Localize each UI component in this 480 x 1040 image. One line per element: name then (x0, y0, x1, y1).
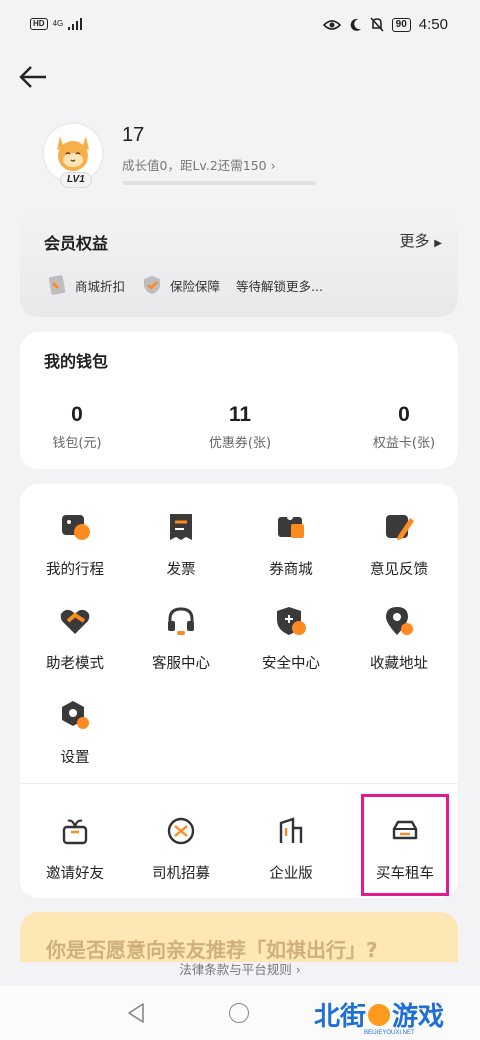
hd-badge: HD (30, 18, 48, 30)
building-icon (279, 817, 303, 843)
nav-back-icon[interactable] (126, 1002, 146, 1024)
wallet-value: 11 (228, 403, 252, 426)
service-elder-mode[interactable]: 助老模式 (28, 604, 122, 673)
chevron-right-icon: › (270, 158, 276, 173)
nav-home-icon[interactable] (229, 1003, 249, 1023)
service-customer-center[interactable]: 客服中心 (134, 604, 228, 673)
service-label: 客服中心 (152, 656, 210, 672)
signal-icon (68, 18, 83, 30)
status-time: 4:50 (418, 16, 448, 33)
legal-text: 法律条款与平台规则 (179, 962, 292, 977)
watermark-text-right: 游戏 (392, 1002, 445, 1032)
sun-icon (368, 1003, 391, 1026)
service-invoice[interactable]: 发票 (134, 510, 228, 579)
service-feedback[interactable]: 意见反馈 (352, 510, 446, 579)
wallet-label: 权益卡(张) (372, 436, 436, 451)
wallet-card: 我的钱包 0 钱包(元) 11 优惠券(张) 0 权益卡(张) (20, 332, 458, 469)
service-label: 意见反馈 (370, 562, 428, 578)
coupon-mall-icon (278, 514, 304, 538)
service-label: 企业版 (269, 866, 313, 882)
settings-icon (62, 701, 89, 729)
username: 17 (122, 124, 145, 146)
feedback-icon (386, 515, 414, 540)
service-label: 收藏地址 (370, 656, 428, 672)
watermark-logo: 北街 游戏 (314, 996, 444, 1033)
service-coupon-mall[interactable]: 券商城 (244, 510, 338, 579)
gift-icon (62, 819, 88, 845)
wallet-balance[interactable]: 0 钱包(元) (17, 402, 137, 451)
mute-icon (370, 17, 384, 32)
caret-right-icon: ▶ (434, 238, 442, 249)
benefit-label: 商城折扣 (75, 278, 126, 294)
promo-banner[interactable]: 你是否愿意向亲友推荐「如祺出行」? (20, 912, 458, 962)
highlight-box (361, 794, 449, 896)
services-divider (20, 783, 458, 784)
arrow-left-icon (19, 66, 46, 88)
wallet-title: 我的钱包 (44, 352, 109, 371)
benefits-list: 商城折扣 保险保障 等待解锁更多... (46, 274, 323, 296)
level-badge: LV1 (60, 172, 92, 188)
services-card: 我的行程 发票 券商城 意见反馈 助老模式 客服中心 安全中心 收藏地址 设置 … (20, 484, 458, 898)
service-label: 券商城 (269, 562, 313, 578)
service-invite-friends[interactable]: 邀请好友 (28, 814, 122, 883)
service-settings[interactable]: 设置 (28, 698, 122, 767)
service-label: 设置 (60, 750, 90, 766)
benefit-insurance[interactable]: 保险保障 (141, 274, 220, 296)
steering-wheel-icon (167, 817, 195, 845)
status-left: HD 4G (30, 18, 83, 30)
service-saved-addresses[interactable]: 收藏地址 (352, 604, 446, 673)
member-benefits-card[interactable]: 会员权益 更多 ▶ 商城折扣 保险保障 等待解锁更多... (20, 208, 458, 317)
wallet-label: 优惠券(张) (208, 436, 272, 451)
watermark-subtext: BEIJIEYOUXI.NET (364, 1030, 415, 1036)
service-my-trips[interactable]: 我的行程 (28, 510, 122, 579)
moon-icon (350, 18, 361, 31)
network-type: 4G (52, 19, 64, 28)
growth-progress-bar (122, 181, 316, 185)
legal-link[interactable]: 法律条款与平台规则 › (0, 958, 480, 982)
battery-icon: 90 (391, 17, 411, 32)
wallet-benefit-cards[interactable]: 0 权益卡(张) (344, 402, 464, 451)
coupon-icon (48, 275, 66, 295)
service-label: 助老模式 (46, 656, 104, 672)
wallet-value: 0 (398, 403, 410, 426)
benefits-title: 会员权益 (44, 234, 109, 253)
headset-icon (168, 607, 194, 635)
more-label: 更多 (399, 232, 430, 250)
service-label: 安全中心 (262, 656, 320, 672)
service-driver-recruit[interactable]: 司机招募 (134, 814, 228, 883)
elder-care-icon (60, 609, 90, 634)
growth-text: 成长值0，距Lv.2还需150 (122, 158, 267, 173)
wallet-coupons[interactable]: 11 优惠券(张) (180, 402, 300, 451)
avatar[interactable]: LV1 (42, 122, 104, 188)
eye-icon (322, 19, 341, 30)
benefit-label: 保险保障 (170, 278, 221, 294)
status-bar: HD 4G 90 4:50 (0, 0, 480, 56)
service-enterprise[interactable]: 企业版 (244, 814, 338, 883)
service-label: 邀请好友 (46, 866, 104, 882)
back-button[interactable] (18, 64, 48, 90)
watermark-text-left: 北街 (314, 1002, 367, 1032)
service-label: 发票 (166, 562, 196, 578)
wallet-value: 0 (71, 403, 83, 426)
service-security-center[interactable]: 安全中心 (244, 604, 338, 673)
security-icon (277, 607, 306, 635)
benefit-locked-more: 等待解锁更多... (236, 276, 323, 295)
benefit-label: 等待解锁更多... (236, 278, 323, 294)
wallet-label: 钱包(元) (52, 436, 102, 451)
chevron-right-icon: › (295, 962, 301, 977)
growth-link[interactable]: 成长值0，距Lv.2还需150 › (122, 155, 276, 174)
trip-icon (62, 515, 90, 540)
status-right: 90 4:50 (322, 16, 448, 33)
location-pin-icon (386, 607, 413, 635)
invoice-icon (170, 514, 192, 540)
service-label: 我的行程 (46, 562, 104, 578)
shield-icon (144, 276, 161, 294)
benefits-more-link[interactable]: 更多 ▶ (400, 230, 443, 251)
benefit-mall-discount[interactable]: 商城折扣 (46, 274, 125, 296)
service-label: 司机招募 (152, 866, 210, 882)
